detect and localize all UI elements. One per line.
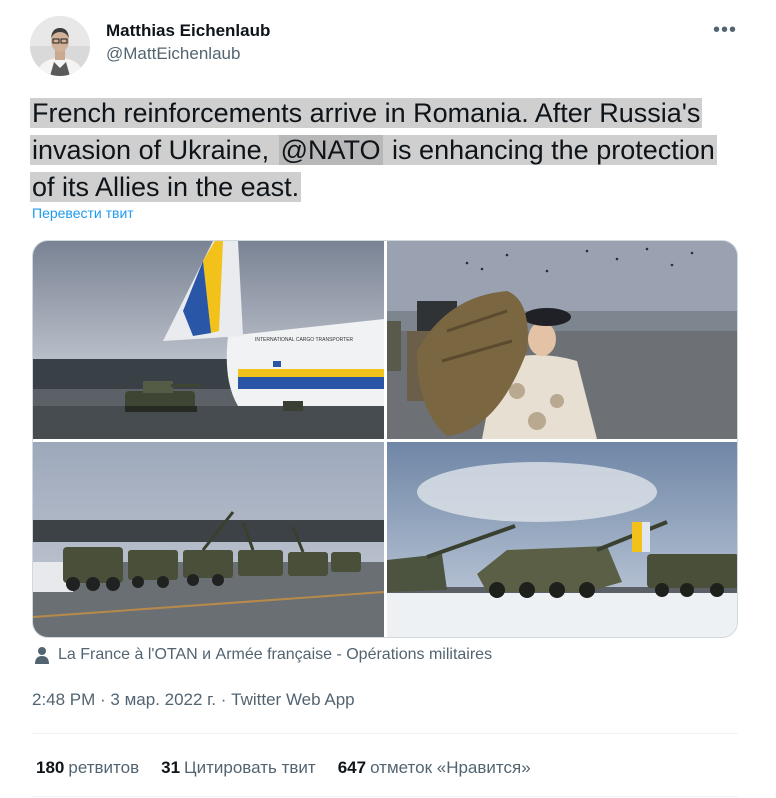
author-handle[interactable]: @MattEichenlaub [106, 42, 270, 66]
author-name[interactable]: Matthias Eichenlaub [106, 20, 270, 42]
photo-soldier[interactable] [387, 241, 737, 439]
retweets-stat[interactable]: 180 ретвитов [36, 758, 139, 778]
tweet-text: French reinforcements arrive in Romania.… [30, 95, 740, 206]
person-icon [35, 647, 49, 664]
meta-separator: · [95, 690, 111, 709]
retweets-count: 180 [36, 758, 65, 777]
tweet-time-link[interactable]: 2:48 PM · 3 мар. 2022 г. [32, 690, 216, 709]
photo-cargo-plane[interactable]: INTERNATIONAL CARGO TRANSPORTER [33, 241, 384, 439]
author-block: Matthias Eichenlaub @MattEichenlaub [106, 20, 270, 66]
tagged-users[interactable]: La France à l'OTAN и Armée française - O… [34, 646, 492, 664]
likes-stat[interactable]: 647 отметок «Нравится» [338, 758, 531, 778]
quotes-count: 31 [161, 758, 181, 777]
photo-tanks-snow[interactable] [387, 442, 737, 637]
photo-vehicle-column[interactable] [33, 442, 384, 637]
avatar[interactable] [30, 16, 90, 76]
retweets-label: ретвитов [68, 758, 140, 777]
likes-count: 647 [337, 758, 367, 777]
media-grid: INTERNATIONAL CARGO TRANSPORTER [32, 240, 738, 638]
translate-link[interactable]: Перевести твит [32, 205, 134, 221]
tweet-source[interactable]: Twitter Web App [231, 690, 354, 709]
divider [32, 733, 738, 734]
tagged-users-label: La France à l'OTAN и Armée française - O… [58, 646, 493, 663]
likes-label: отметок «Нравится» [370, 758, 531, 777]
more-dots-icon[interactable]: ••• [708, 16, 742, 46]
tweet-meta: 2:48 PM · 3 мар. 2022 г. · Twitter Web A… [32, 690, 355, 710]
quotes-label: Цитировать твит [184, 758, 316, 777]
quotes-stat[interactable]: 31 Цитировать твит [161, 758, 316, 778]
tweet-date: 3 мар. 2022 г. [110, 690, 217, 709]
divider [32, 796, 738, 797]
tweet-stats: 180 ретвитов 31 Цитировать твит 647 отметок… [36, 758, 553, 778]
mention-link[interactable]: @NATO [278, 135, 383, 165]
tweet-time: 2:48 PM [32, 690, 96, 709]
plane-lettering: INTERNATIONAL CARGO TRANSPORTER [255, 337, 354, 343]
meta-separator: · [216, 690, 232, 709]
